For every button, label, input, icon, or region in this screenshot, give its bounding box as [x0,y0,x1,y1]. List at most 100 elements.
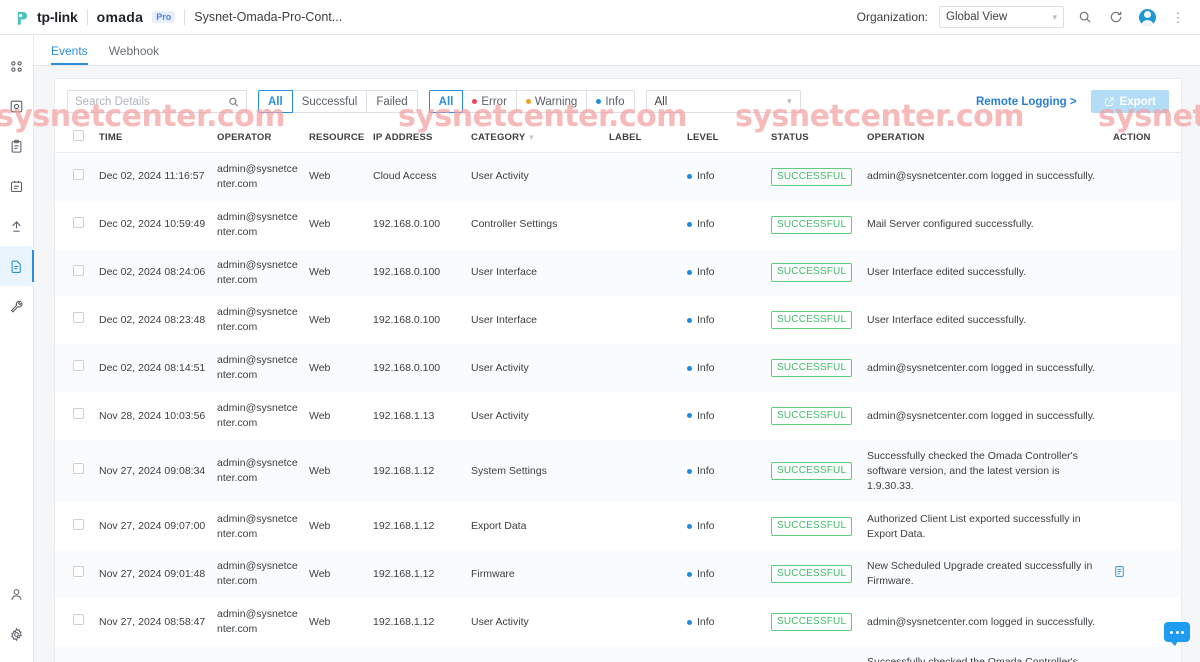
cell-resource: Web [309,361,331,374]
cell-action[interactable] [1109,646,1181,662]
row-select-cell[interactable] [55,392,95,440]
detail-document-icon[interactable] [1113,565,1126,578]
row-select-cell[interactable] [55,550,95,598]
sidebar-item-dashboard[interactable] [0,46,34,86]
filter-warning[interactable]: Warning [516,90,588,113]
cell-ip-address: 192.168.1.12 [373,615,435,628]
column-time[interactable]: TIME [95,123,213,153]
table-row[interactable]: Nov 27, 2024 09:08:34 admin@sysnetcenter.… [55,439,1181,503]
controller-name[interactable]: Sysnet-Omada-Pro-Cont... [194,10,342,24]
sidebar-item-clipboard[interactable] [0,126,34,166]
column-status[interactable]: STATUS [767,123,863,153]
row-checkbox[interactable] [73,312,84,324]
column-resource[interactable]: RESOURCE [305,123,369,153]
column-category[interactable]: CATEGORY ▼ [467,123,605,153]
cell-action[interactable] [1109,296,1181,344]
sidebar-item-settings[interactable] [0,614,34,654]
select-all-header[interactable] [55,123,95,153]
sidebar-item-devices[interactable] [0,86,34,126]
level-text: Info [697,567,715,580]
row-checkbox[interactable] [73,216,84,228]
search-input[interactable] [75,95,228,108]
filter-error[interactable]: Error [463,90,517,113]
cell-action[interactable] [1109,503,1181,551]
table-row[interactable]: Nov 27, 2024 09:01:48 admin@sysnetcenter.… [55,550,1181,599]
cell-action[interactable] [1109,392,1181,440]
table-row[interactable]: Nov 27, 2024 08:58:47 admin@sysnetcenter.… [55,598,1181,646]
row-checkbox[interactable] [73,168,84,180]
sidebar-item-reports[interactable] [0,166,34,206]
sidebar-item-upgrade[interactable] [0,206,34,246]
column-category-label: CATEGORY [471,131,526,143]
table-row[interactable]: Dec 02, 2024 10:59:49 admin@sysnetcenter.… [55,201,1181,249]
organization-select[interactable]: Global View ▾ [939,6,1064,28]
filter-info[interactable]: Info [587,90,635,113]
column-operator[interactable]: OPERATOR [213,123,305,153]
filter-warning-label: Warning [534,95,578,108]
cell-label [605,249,683,297]
row-select-cell[interactable] [55,503,95,551]
cell-time: Nov 26, 2024 17:08:41 [95,646,213,662]
row-checkbox[interactable] [73,360,84,372]
filter-all-results[interactable]: All [258,90,293,113]
cell-resource: Web [309,313,331,326]
table-row[interactable]: Dec 02, 2024 08:14:51 admin@sysnetcenter.… [55,344,1181,393]
sidebar-item-account[interactable] [0,574,34,614]
cell-action[interactable] [1109,550,1181,598]
cell-action[interactable] [1109,249,1181,297]
select-all-checkbox[interactable] [73,130,84,141]
sidebar-item-logs[interactable] [0,246,34,286]
table-row[interactable]: Nov 28, 2024 10:03:56 admin@sysnetcenter.… [55,392,1181,440]
row-checkbox[interactable] [73,463,84,475]
filter-successful[interactable]: Successful [292,90,368,113]
cell-label [605,344,683,392]
row-select-cell[interactable] [55,201,95,249]
result-filter-group: All Successful Failed [258,90,418,113]
search-icon[interactable] [1075,7,1095,27]
cell-category: User Interface [471,266,537,279]
row-select-cell[interactable] [55,153,95,201]
row-checkbox[interactable] [73,566,84,578]
cell-action[interactable] [1109,344,1181,392]
tab-webhook[interactable]: Webhook [109,45,159,65]
filter-all-levels[interactable]: All [428,90,464,113]
table-row[interactable]: Dec 02, 2024 08:24:06 admin@sysnetcenter.… [55,248,1181,297]
avatar[interactable] [1137,7,1157,27]
top-header-bar: tp-link omada Pro Sysnet-Omada-Pro-Cont.… [0,0,1200,35]
column-operation[interactable]: OPERATION [863,123,1109,153]
column-label[interactable]: LABEL [605,123,683,153]
sidebar-item-tools[interactable] [0,286,34,326]
kebab-menu-icon[interactable]: ⋮ [1168,7,1188,27]
tab-events[interactable]: Events [51,45,88,65]
cell-operator: admin@sysnetcenter.com [217,210,298,238]
remote-logging-link[interactable]: Remote Logging > [976,96,1077,108]
cell-action[interactable] [1109,153,1181,201]
row-select-cell[interactable] [55,598,95,646]
row-select-cell[interactable] [55,440,95,503]
filter-failed[interactable]: Failed [367,90,418,113]
cell-action[interactable] [1109,201,1181,249]
row-select-cell[interactable] [55,344,95,392]
row-select-cell[interactable] [55,296,95,344]
table-row[interactable]: Dec 02, 2024 08:23:48 admin@sysnetcenter.… [55,296,1181,344]
row-checkbox[interactable] [73,408,84,420]
export-button[interactable]: Export [1090,90,1169,113]
refresh-icon[interactable] [1106,7,1126,27]
cell-action[interactable] [1109,440,1181,503]
table-row[interactable]: Nov 27, 2024 09:07:00 admin@sysnetcenter.… [55,503,1181,551]
row-checkbox[interactable] [73,614,84,626]
table-row[interactable]: Nov 26, 2024 17:08:41admin@sysnetcenter.… [55,646,1181,662]
column-level[interactable]: LEVEL [683,123,767,153]
row-select-cell[interactable] [55,249,95,297]
table-row[interactable]: Dec 02, 2024 11:16:57 admin@sysnetcenter.… [55,152,1181,201]
search-details-box[interactable] [67,90,247,113]
row-checkbox[interactable] [73,518,84,530]
column-ip-address[interactable]: IP ADDRESS [369,123,467,153]
cell-label [605,503,683,551]
category-filter-select[interactable]: All ▾ [645,90,801,113]
row-select-cell[interactable] [55,646,95,662]
chat-bubble-icon[interactable] [1164,622,1190,646]
tp-link-mark-icon [17,11,28,25]
level-text: Info [697,361,715,374]
row-checkbox[interactable] [73,264,84,276]
